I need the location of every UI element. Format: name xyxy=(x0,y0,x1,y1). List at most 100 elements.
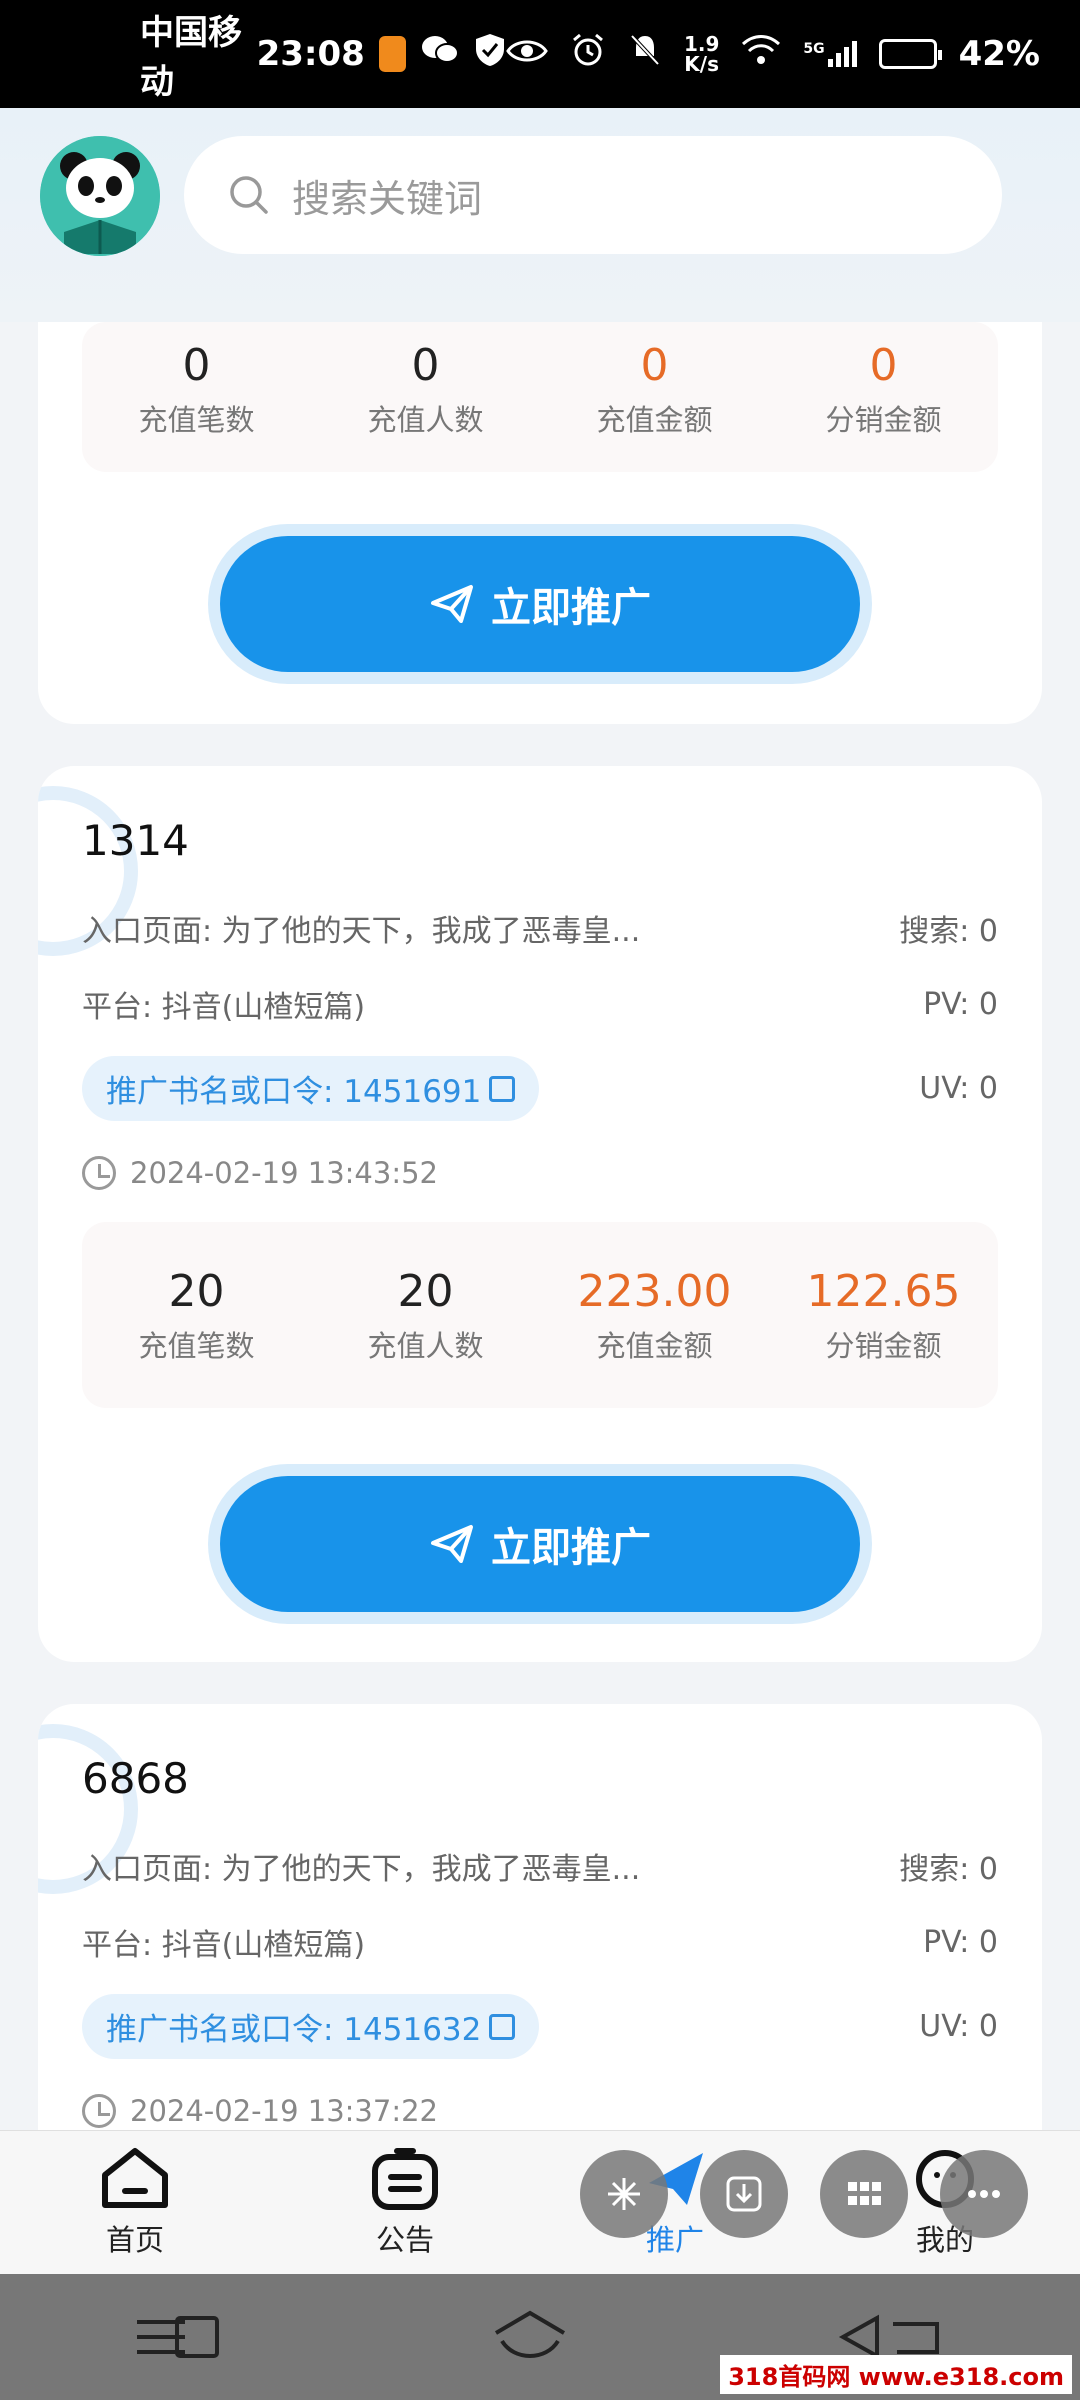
uv-count: UV: 0 xyxy=(919,1071,998,1106)
clock-time: 23:08 xyxy=(256,34,365,74)
tab-home-label: 首页 xyxy=(105,2222,164,2257)
tab-home[interactable]: 首页 xyxy=(0,2131,270,2274)
app-notification-icon xyxy=(378,36,406,72)
stat-value: 0 xyxy=(869,340,898,391)
floating-toolbar xyxy=(580,2150,1028,2238)
wechat-icon xyxy=(420,33,460,76)
time-row: 2024-02-19 13:37:22 xyxy=(82,2094,998,2128)
stat-label: 分销金额 xyxy=(825,403,942,437)
home-icon xyxy=(102,2147,168,2208)
download-icon xyxy=(726,2176,762,2212)
more-button[interactable] xyxy=(940,2150,1028,2238)
shield-icon xyxy=(474,32,506,77)
stat-label: 充值金额 xyxy=(596,1329,713,1363)
stat-recharge-users: 0 充值人数 xyxy=(326,322,526,472)
paper-plane-icon xyxy=(431,585,473,623)
clock-icon xyxy=(82,1156,116,1190)
time-row: 2024-02-19 13:43:52 xyxy=(82,1156,998,1190)
platform: 平台: 抖音(山楂短篇) xyxy=(82,990,366,1025)
network-speed: 1.9 K/s xyxy=(684,34,719,74)
tag-row: 推广书名或口令: 1451632 UV: 0 xyxy=(82,1994,998,2059)
eye-icon xyxy=(506,34,548,74)
status-right: 1.9 K/s 5G 42% xyxy=(506,32,1040,77)
copy-icon[interactable] xyxy=(489,1075,516,1102)
stat-value: 20 xyxy=(397,1266,454,1317)
pv-count: PV: 0 xyxy=(923,986,998,1022)
stat-recharge-count: 20 充值笔数 xyxy=(97,1222,297,1408)
uv-count: UV: 0 xyxy=(919,2009,998,2044)
home-nav-icon[interactable] xyxy=(490,2309,570,2365)
platform-row: 平台: 抖音(山楂短篇) PV: 0 xyxy=(82,1920,998,1964)
promote-now-button[interactable]: 立即推广 xyxy=(220,1476,860,1612)
created-time: 2024-02-19 13:37:22 xyxy=(82,2094,438,2128)
stat-recharge-count: 0 充值笔数 xyxy=(97,322,297,472)
stat-label: 充值金额 xyxy=(596,403,713,437)
promo-code-tag[interactable]: 推广书名或口令: 1451632 xyxy=(82,1994,540,2059)
stat-recharge-amount: 223.00 充值金额 xyxy=(555,1222,755,1408)
stat-value: 0 xyxy=(182,340,211,391)
stat-value: 0 xyxy=(411,340,440,391)
stats-panel: 0 充值笔数 0 充值人数 0 充值金额 0 分销金额 xyxy=(82,322,998,472)
stat-value: 223.00 xyxy=(577,1266,732,1317)
promo-code-text: 推广书名或口令: 1451691 xyxy=(106,1074,482,1110)
stat-label: 充值笔数 xyxy=(138,1329,255,1363)
tab-notice[interactable]: 公告 xyxy=(270,2131,540,2274)
search-icon xyxy=(230,176,268,214)
clock-icon xyxy=(82,2094,116,2128)
stat-label: 充值人数 xyxy=(367,403,484,437)
promote-button-wrap: 立即推广 xyxy=(208,524,872,684)
grid-icon xyxy=(848,2182,881,2205)
platform-row: 平台: 抖音(山楂短篇) PV: 0 xyxy=(82,982,998,1026)
wifi-icon xyxy=(741,34,781,75)
status-bar: 中国移动 23:08 1.9 K/s 5G 42% xyxy=(0,0,1080,108)
alarm-icon xyxy=(570,32,606,77)
menu-nav-icon[interactable] xyxy=(133,2312,223,2362)
search-placeholder: 搜索关键词 xyxy=(292,176,483,221)
pv-count: PV: 0 xyxy=(923,1924,998,1960)
notice-icon xyxy=(372,2147,438,2210)
entry-page: 入口页面: 为了他的天下，我成了恶毒皇... xyxy=(82,914,641,949)
download-button[interactable] xyxy=(700,2150,788,2238)
stat-value: 20 xyxy=(168,1266,225,1317)
stat-label: 充值笔数 xyxy=(138,403,255,437)
search-count: 搜索: 0 xyxy=(899,914,998,949)
stat-value: 122.65 xyxy=(806,1266,961,1317)
stat-label: 分销金额 xyxy=(825,1329,942,1363)
promote-label: 立即推广 xyxy=(491,1525,651,1571)
stat-distribution-amount: 0 分销金额 xyxy=(784,322,984,472)
entry-row: 入口页面: 为了他的天下，我成了恶毒皇... 搜索: 0 xyxy=(82,906,998,950)
promote-button-wrap: 立即推广 xyxy=(208,1464,872,1624)
search-input[interactable]: 搜索关键词 xyxy=(184,136,1002,254)
search-count: 搜索: 0 xyxy=(899,1852,998,1887)
entry-page: 入口页面: 为了他的天下，我成了恶毒皇... xyxy=(82,1852,641,1887)
grid-button[interactable] xyxy=(820,2150,908,2238)
stat-label: 充值人数 xyxy=(367,1329,484,1363)
promote-label: 立即推广 xyxy=(491,585,651,631)
network-type: 5G xyxy=(803,41,825,57)
status-left: 中国移动 23:08 xyxy=(140,5,506,103)
promo-code-tag[interactable]: 推广书名或口令: 1451691 xyxy=(82,1056,540,1121)
stat-distribution-amount: 122.65 分销金额 xyxy=(784,1222,984,1408)
promotion-card: 6868 入口页面: 为了他的天下，我成了恶毒皇... 搜索: 0 平台: 抖音… xyxy=(38,1704,1042,2130)
stat-value: 0 xyxy=(640,340,669,391)
stat-recharge-users: 20 充值人数 xyxy=(326,1222,526,1408)
promo-code-text: 推广书名或口令: 1451632 xyxy=(106,2012,482,2048)
battery-level: 42% xyxy=(958,34,1040,74)
sparkle-button[interactable] xyxy=(580,2150,668,2238)
platform: 平台: 抖音(山楂短篇) xyxy=(82,1928,366,1963)
battery-icon xyxy=(878,39,942,69)
created-time-text: 2024-02-19 13:37:22 xyxy=(130,2094,438,2128)
network-speed-value: 1.9 xyxy=(683,32,720,56)
promote-now-button[interactable]: 立即推广 xyxy=(220,536,860,672)
copy-icon[interactable] xyxy=(489,2013,516,2040)
carrier-label: 中国移动 xyxy=(140,13,242,102)
watermark: 318首码网 www.e318.com xyxy=(720,2355,1072,2394)
stats-panel: 20 充值笔数 20 充值人数 223.00 充值金额 122.65 分销金额 xyxy=(82,1222,998,1408)
panda-avatar[interactable] xyxy=(40,136,160,256)
created-time-text: 2024-02-19 13:43:52 xyxy=(130,1156,438,1190)
promotion-card-partial: 0 充值笔数 0 充值人数 0 充值金额 0 分销金额 立即推广 xyxy=(38,322,1042,724)
card-title: 1314 xyxy=(82,816,189,865)
entry-row: 入口页面: 为了他的天下，我成了恶毒皇... 搜索: 0 xyxy=(82,1844,998,1888)
promotion-card: 1314 入口页面: 为了他的天下，我成了恶毒皇... 搜索: 0 平台: 抖音… xyxy=(38,766,1042,1662)
promotion-list[interactable]: 0 充值笔数 0 充值人数 0 充值金额 0 分销金额 立即推广 1314 入口页面: … xyxy=(0,322,1080,2130)
